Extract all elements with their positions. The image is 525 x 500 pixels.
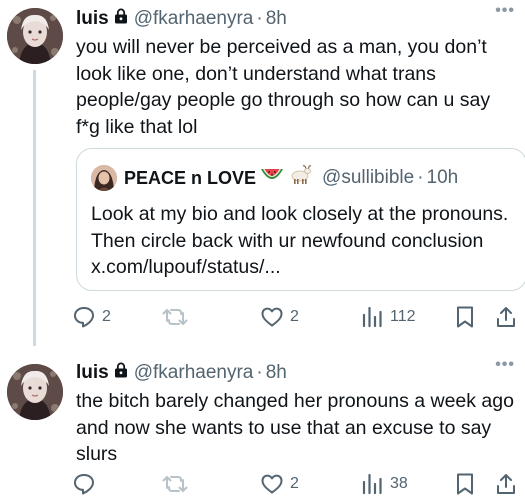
reply-icon [74,474,94,495]
views-icon [362,306,382,328]
retweet-button[interactable] [162,303,194,331]
share-button[interactable] [494,470,518,498]
display-name[interactable]: luis [76,362,109,384]
avatar[interactable] [7,8,63,64]
retweet-icon [162,309,188,325]
tweet-text: you will never be perceived as a man, yo… [76,36,491,138]
quote-display-name[interactable]: PEACE n LOVE [124,168,256,189]
separator-dot: · [256,8,263,29]
tweet-header: luis @fkarhaenyra · 8h [76,360,287,386]
quote-text: Look at my bio and look closely at the p… [91,203,509,278]
share-button[interactable] [494,303,518,331]
quote-avatar [91,165,117,191]
handle[interactable]: @fkarhaenyra [134,362,254,384]
separator-dot: · [417,167,424,188]
share-icon [497,474,515,494]
views-button[interactable]: 112 [360,303,416,331]
like-count: 2 [290,308,299,325]
handle[interactable]: @fkarhaenyra [134,8,254,30]
avatar-image [7,8,63,64]
goat-emoji-icon [288,165,312,191]
bookmark-icon [457,306,473,328]
timestamp[interactable]: 8h [266,362,287,384]
tweet-actions: 2 2 112 [70,303,520,331]
reply-count: 2 [102,308,111,325]
heart-icon [261,474,283,494]
reply-icon [74,307,94,328]
separator-dot: · [256,362,263,383]
views-icon [362,473,382,495]
like-button[interactable]: 2 [260,470,299,498]
bookmark-icon [457,473,473,495]
quote-handle[interactable]: @sullibible [322,167,414,189]
bookmark-button[interactable] [454,470,476,498]
lock-icon [114,362,128,384]
avatar-image [7,364,63,420]
like-button[interactable]: 2 [260,303,299,331]
view-count: 38 [390,475,408,492]
quote-header: PEACE n LOVE @sullibible · 10h [91,165,458,191]
view-count: 112 [390,308,416,325]
retweet-icon [162,476,188,492]
reply-button[interactable] [72,470,102,498]
more-options-icon[interactable]: ••• [495,2,515,20]
quoted-tweet[interactable]: PEACE n LOVE @sullibible · 10h Look at m… [76,148,525,291]
share-icon [497,307,515,327]
retweet-button[interactable] [162,470,194,498]
more-options-icon[interactable]: ••• [495,356,515,374]
avatar[interactable] [7,364,63,420]
views-button[interactable]: 38 [360,470,408,498]
tweet[interactable]: luis @fkarhaenyra · 8h ••• the bitch bar… [0,354,525,500]
thread-line [33,70,36,346]
tweet-actions: 2 38 [70,470,520,498]
tweet-text: the bitch barely changed her pronouns a … [76,390,514,465]
heart-icon [261,307,283,327]
timestamp[interactable]: 8h [266,8,287,30]
bookmark-button[interactable] [454,303,476,331]
reply-button[interactable]: 2 [72,303,111,331]
tweet-header: luis @fkarhaenyra · 8h [76,6,287,32]
display-name[interactable]: luis [76,8,109,30]
lock-icon [114,8,128,30]
watermelon-emoji-icon [260,167,284,189]
quote-timestamp[interactable]: 10h [427,167,459,189]
tweet[interactable]: luis @fkarhaenyra · 8h ••• you will neve… [0,0,525,346]
like-count: 2 [290,475,299,492]
